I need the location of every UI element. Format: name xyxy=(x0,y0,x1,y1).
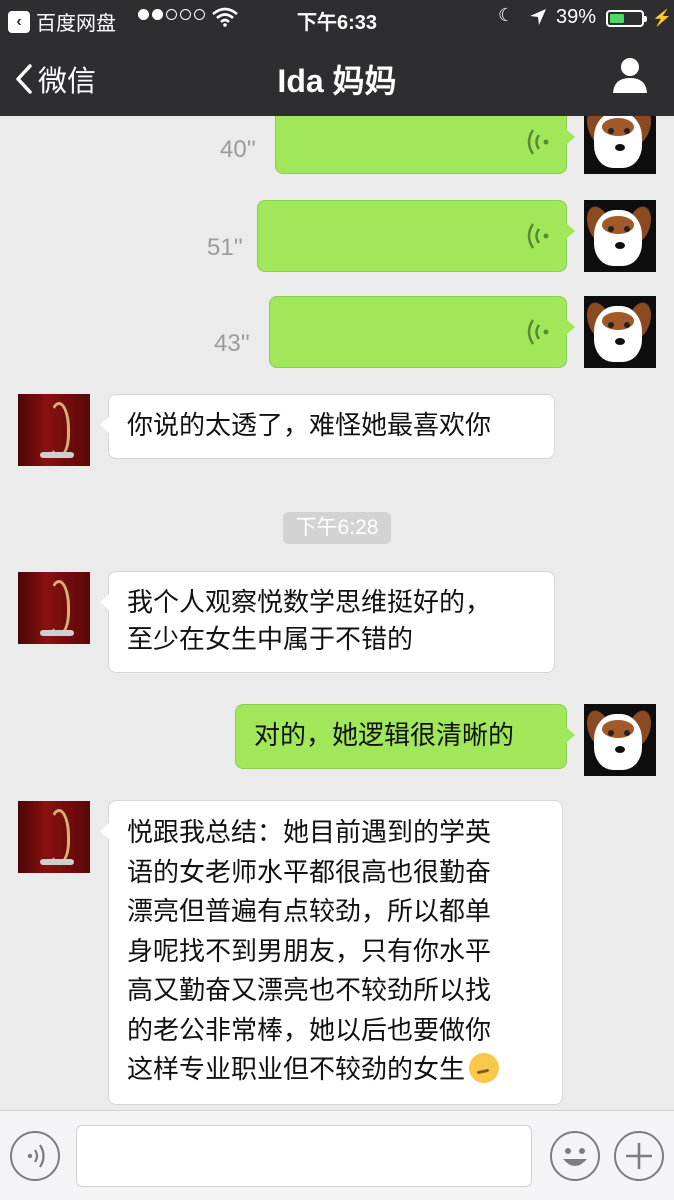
message-text: 你说的太透了，难怪她最喜欢你 xyxy=(127,411,492,441)
voice-wave-icon xyxy=(527,129,549,155)
contact-avatar[interactable] xyxy=(18,394,90,466)
my-avatar[interactable] xyxy=(584,200,656,272)
message-text: 我个人观察悦数学思维挺好的， 至少在女生中属于不错的 xyxy=(127,588,492,655)
voice-wave-icon xyxy=(527,319,549,345)
voice-bubble[interactable] xyxy=(269,296,575,368)
smiley-icon xyxy=(563,1148,587,1166)
timestamp-divider: 下午6:28 xyxy=(283,512,391,544)
battery-icon xyxy=(606,10,647,27)
my-avatar[interactable] xyxy=(584,116,656,174)
voice-wave-icon xyxy=(527,223,549,249)
voice-duration: 40'' xyxy=(220,136,256,163)
message-text: 悦跟我总结：她目前遇到的学英 语的女老师水平都很高也很勤奋 漂亮但普遍有点较劲，… xyxy=(127,818,492,1085)
plus-icon xyxy=(626,1143,652,1169)
contact-avatar[interactable] xyxy=(18,572,90,644)
voice-duration: 51'' xyxy=(207,234,243,261)
my-avatar[interactable] xyxy=(584,296,656,368)
more-options-button[interactable] xyxy=(614,1131,664,1181)
message-text: 对的，她逻辑很清晰的 xyxy=(254,721,515,751)
battery-percentage: 39% xyxy=(556,6,597,28)
voice-bubble[interactable] xyxy=(275,116,575,174)
location-icon xyxy=(530,9,546,25)
text-bubble[interactable]: 我个人观察悦数学思维挺好的， 至少在女生中属于不错的 xyxy=(100,571,555,673)
message-input[interactable] xyxy=(76,1125,532,1187)
status-bar: ‹ 百度网盘 下午6:33 ☾ 39% ⚡ xyxy=(0,0,674,36)
chat-title: Ida 妈妈 xyxy=(277,63,397,99)
my-avatar[interactable] xyxy=(584,704,656,776)
emoji-button[interactable] xyxy=(550,1131,600,1181)
voice-bubble[interactable] xyxy=(257,200,575,272)
text-bubble[interactable]: 悦跟我总结：她目前遇到的学英 语的女老师水平都很高也很勤奋 漂亮但普遍有点较劲，… xyxy=(100,800,563,1105)
text-bubble[interactable]: 对的，她逻辑很清晰的 xyxy=(235,704,575,769)
nav-bar: 微信 Ida 妈妈 xyxy=(0,36,674,116)
voice-wave-icon xyxy=(27,1144,45,1168)
do-not-disturb-icon: ☾ xyxy=(498,5,515,25)
chat-area[interactable]: 40'' 51'' 43'' 你说的太透了，难怪她最喜欢你 下午6:28 我个人… xyxy=(0,116,674,1110)
voice-input-toggle[interactable] xyxy=(10,1131,60,1181)
contact-avatar[interactable] xyxy=(18,801,90,873)
text-bubble[interactable]: 你说的太透了，难怪她最喜欢你 xyxy=(100,394,555,459)
voice-duration: 43'' xyxy=(214,330,250,357)
input-bar xyxy=(0,1110,674,1200)
thinking-face-emoji xyxy=(469,1053,500,1083)
contact-profile-icon[interactable] xyxy=(612,56,648,94)
charging-icon: ⚡ xyxy=(652,10,672,27)
